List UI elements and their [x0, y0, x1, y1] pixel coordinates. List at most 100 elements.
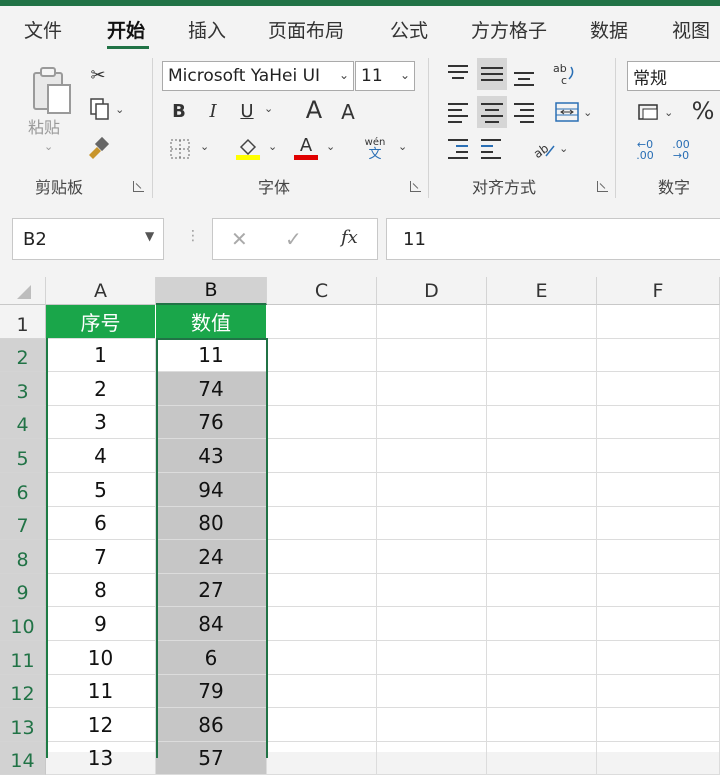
- cell-f14[interactable]: [597, 742, 720, 775]
- percent-button[interactable]: %: [688, 96, 718, 126]
- underline-dropdown-icon[interactable]: ⌄: [264, 102, 273, 115]
- cell-a2[interactable]: 1: [46, 339, 156, 372]
- cell-d10[interactable]: [377, 607, 487, 641]
- cell-b2[interactable]: 11: [156, 339, 267, 372]
- cell-a12[interactable]: 11: [46, 675, 156, 708]
- align-left-icon[interactable]: [446, 100, 470, 124]
- wrap-text-button[interactable]: ab c: [550, 60, 578, 88]
- row-header[interactable]: 11: [0, 641, 46, 675]
- cell-a4[interactable]: 3: [46, 406, 156, 439]
- row-header[interactable]: 8: [0, 540, 46, 574]
- cell-b1[interactable]: 数值: [156, 305, 267, 339]
- cell-f10[interactable]: [597, 607, 720, 641]
- cell-e4[interactable]: [487, 406, 597, 439]
- row-header[interactable]: 14: [0, 742, 46, 775]
- align-right-icon[interactable]: [512, 100, 536, 124]
- cell-a5[interactable]: 4: [46, 439, 156, 473]
- cell-c11[interactable]: [267, 641, 377, 675]
- row-header[interactable]: 1: [0, 305, 46, 339]
- column-header-e[interactable]: E: [487, 277, 597, 305]
- tab-page-layout[interactable]: 页面布局: [268, 16, 344, 43]
- cell-e11[interactable]: [487, 641, 597, 675]
- font-name-combo[interactable]: Microsoft YaHei UI ⌄: [162, 61, 354, 91]
- cell-b10[interactable]: 84: [156, 607, 267, 641]
- cell-f6[interactable]: [597, 473, 720, 507]
- cell-d14[interactable]: [377, 742, 487, 775]
- italic-button[interactable]: I: [200, 98, 226, 124]
- cell-c14[interactable]: [267, 742, 377, 775]
- increase-decimal-button[interactable]: ←0 .00: [630, 136, 660, 164]
- cut-button[interactable]: ✂: [84, 62, 112, 88]
- paste-button[interactable]: [26, 64, 74, 118]
- clipboard-launcher-icon[interactable]: [133, 181, 144, 192]
- cell-f11[interactable]: [597, 641, 720, 675]
- font-launcher-icon[interactable]: [410, 181, 421, 192]
- cell-f3[interactable]: [597, 372, 720, 406]
- copy-button[interactable]: ⌄: [82, 96, 130, 122]
- cell-e7[interactable]: [487, 507, 597, 540]
- cell-c2[interactable]: [267, 339, 377, 372]
- cell-d13[interactable]: [377, 708, 487, 742]
- cell-a7[interactable]: 6: [46, 507, 156, 540]
- cell-b14[interactable]: 57: [156, 742, 267, 775]
- accounting-format-button[interactable]: ⌄: [630, 98, 680, 126]
- cell-e6[interactable]: [487, 473, 597, 507]
- bottom-align-icon[interactable]: [512, 64, 536, 88]
- cell-b11[interactable]: 6: [156, 641, 267, 675]
- paste-dropdown-icon[interactable]: ⌄: [44, 140, 53, 153]
- column-header-d[interactable]: D: [377, 277, 487, 305]
- row-header[interactable]: 4: [0, 406, 46, 439]
- name-box[interactable]: B2 ▼: [12, 218, 164, 260]
- cell-b9[interactable]: 27: [156, 574, 267, 607]
- tab-fangfang[interactable]: 方方格子: [471, 16, 547, 43]
- phonetic-dropdown-icon[interactable]: ⌄: [398, 140, 407, 153]
- cell-e5[interactable]: [487, 439, 597, 473]
- insert-function-icon[interactable]: fx: [341, 227, 358, 248]
- decrease-decimal-button[interactable]: .00 →0: [666, 136, 696, 164]
- cell-c12[interactable]: [267, 675, 377, 708]
- cell-c9[interactable]: [267, 574, 377, 607]
- row-header[interactable]: 7: [0, 507, 46, 540]
- cell-a9[interactable]: 8: [46, 574, 156, 607]
- tab-home[interactable]: 开始: [107, 16, 145, 43]
- enter-icon[interactable]: ✓: [285, 227, 302, 251]
- cell-e8[interactable]: [487, 540, 597, 574]
- middle-align-icon[interactable]: [477, 58, 507, 90]
- row-header[interactable]: 13: [0, 708, 46, 742]
- row-header[interactable]: 10: [0, 607, 46, 641]
- borders-button[interactable]: [166, 136, 194, 162]
- cell-a14[interactable]: 13: [46, 742, 156, 775]
- cell-f8[interactable]: [597, 540, 720, 574]
- cell-f13[interactable]: [597, 708, 720, 742]
- cell-e1[interactable]: [487, 305, 597, 339]
- cell-e2[interactable]: [487, 339, 597, 372]
- cell-a10[interactable]: 9: [46, 607, 156, 641]
- cell-a1[interactable]: 序号: [46, 305, 156, 339]
- cell-f9[interactable]: [597, 574, 720, 607]
- underline-button[interactable]: U: [234, 98, 260, 124]
- phonetic-button[interactable]: wén 文: [360, 134, 390, 164]
- cell-d11[interactable]: [377, 641, 487, 675]
- font-color-dropdown-icon[interactable]: ⌄: [326, 140, 335, 153]
- column-header-f[interactable]: F: [597, 277, 720, 305]
- cell-b6[interactable]: 94: [156, 473, 267, 507]
- cell-c13[interactable]: [267, 708, 377, 742]
- row-header[interactable]: 5: [0, 439, 46, 473]
- cell-b3[interactable]: 74: [156, 372, 267, 406]
- cell-c8[interactable]: [267, 540, 377, 574]
- cell-f1[interactable]: [597, 305, 720, 339]
- number-format-combo[interactable]: 常规: [627, 61, 720, 91]
- cell-a13[interactable]: 12: [46, 708, 156, 742]
- align-center-icon[interactable]: [477, 96, 507, 128]
- tab-insert[interactable]: 插入: [188, 16, 226, 43]
- cell-c7[interactable]: [267, 507, 377, 540]
- cell-c10[interactable]: [267, 607, 377, 641]
- merge-center-button[interactable]: ⌄: [548, 98, 598, 126]
- cell-d7[interactable]: [377, 507, 487, 540]
- cell-f12[interactable]: [597, 675, 720, 708]
- cell-a3[interactable]: 2: [46, 372, 156, 406]
- cell-e3[interactable]: [487, 372, 597, 406]
- cell-b13[interactable]: 86: [156, 708, 267, 742]
- cell-a11[interactable]: 10: [46, 641, 156, 675]
- cell-d9[interactable]: [377, 574, 487, 607]
